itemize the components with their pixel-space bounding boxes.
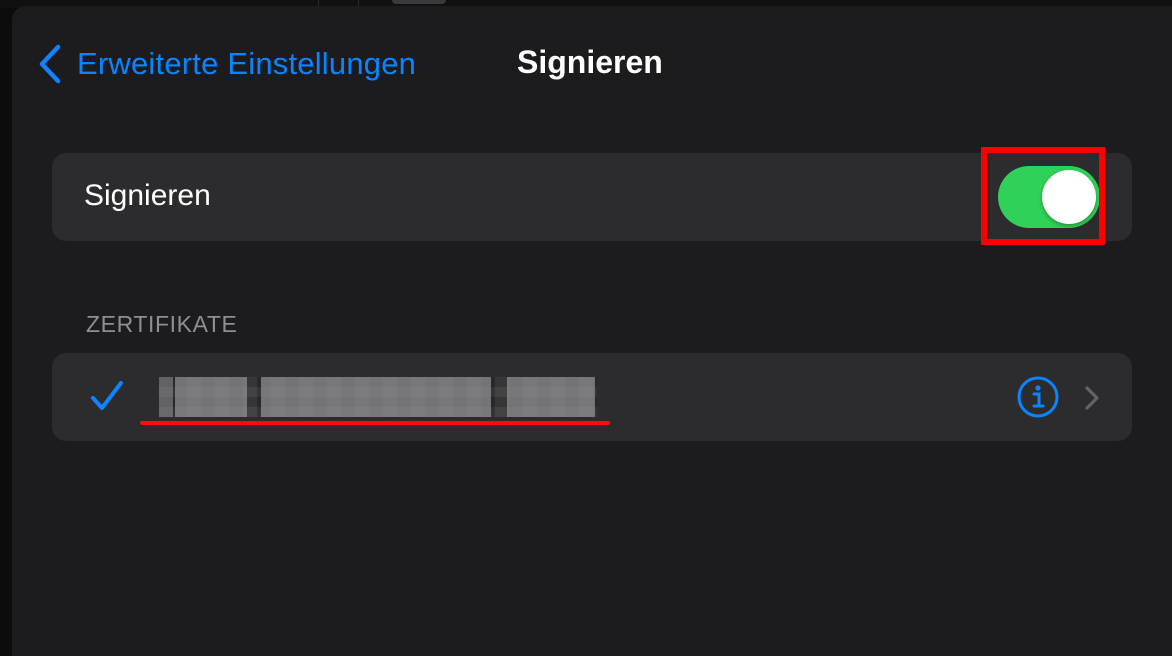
background-handle	[392, 0, 446, 4]
back-button-label: Erweiterte Einstellungen	[77, 46, 417, 81]
chevron-right-icon	[1084, 385, 1100, 416]
chevron-left-icon	[38, 44, 62, 84]
navigation-bar: Erweiterte Einstellungen Signieren	[12, 6, 1172, 118]
back-button[interactable]: Erweiterte Einstellungen	[38, 42, 416, 86]
info-icon[interactable]	[1017, 376, 1059, 423]
checkmark-icon	[90, 379, 124, 418]
toggle-knob	[1042, 170, 1096, 224]
certificate-row[interactable]	[52, 353, 1132, 441]
signing-toggle[interactable]	[998, 166, 1100, 228]
page-title: Signieren	[517, 44, 663, 80]
redacted-certificate-name	[159, 377, 597, 417]
signing-label: Signieren	[84, 179, 211, 212]
annotation-underline	[140, 421, 610, 425]
signing-group: Signieren	[52, 147, 1132, 245]
settings-sheet: Erweiterte Einstellungen Signieren Signi…	[12, 6, 1172, 656]
certificates-section-header: ZERTIFIKATE	[86, 311, 238, 337]
